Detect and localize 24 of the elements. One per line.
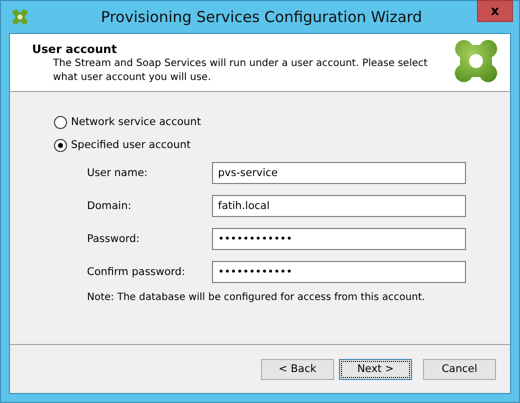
input-field[interactable]: fatih.local — [212, 195, 466, 217]
page-heading: User account — [32, 42, 118, 56]
field-label: Confirm password: — [87, 266, 186, 278]
window-title: Provisioning Services Configuration Wizard — [100, 8, 422, 26]
wizard-button[interactable]: Next > — [339, 358, 412, 380]
field-label: Domain: — [87, 200, 132, 212]
radio-label: Network service account — [71, 116, 201, 128]
input-field[interactable]: pvs-service — [212, 162, 466, 184]
field-label: User name: — [87, 167, 149, 179]
radio-button[interactable] — [54, 138, 67, 152]
field-label: Password: — [87, 233, 141, 245]
wizard-button[interactable]: Cancel — [423, 358, 496, 380]
radio-button[interactable] — [54, 116, 67, 128]
page-description: The Stream and Soap Services will run under a user account. Please select what user account you will use. — [52, 57, 429, 85]
radio-option[interactable]: Network service account — [54, 115, 510, 129]
radio-option[interactable]: Specified user account — [54, 138, 510, 152]
input-field[interactable]: •••••••••••• — [212, 261, 466, 283]
radio-label: Specified user account — [71, 139, 191, 151]
wizard-button[interactable]: < Back — [261, 358, 334, 380]
input-field[interactable]: •••••••••••• — [212, 228, 466, 250]
logo-icon — [454, 39, 498, 83]
note-text: Note: The database will be configured for access from this account. — [87, 292, 426, 303]
close-button[interactable]: x — [477, 0, 513, 22]
app-logo-icon — [12, 9, 28, 25]
